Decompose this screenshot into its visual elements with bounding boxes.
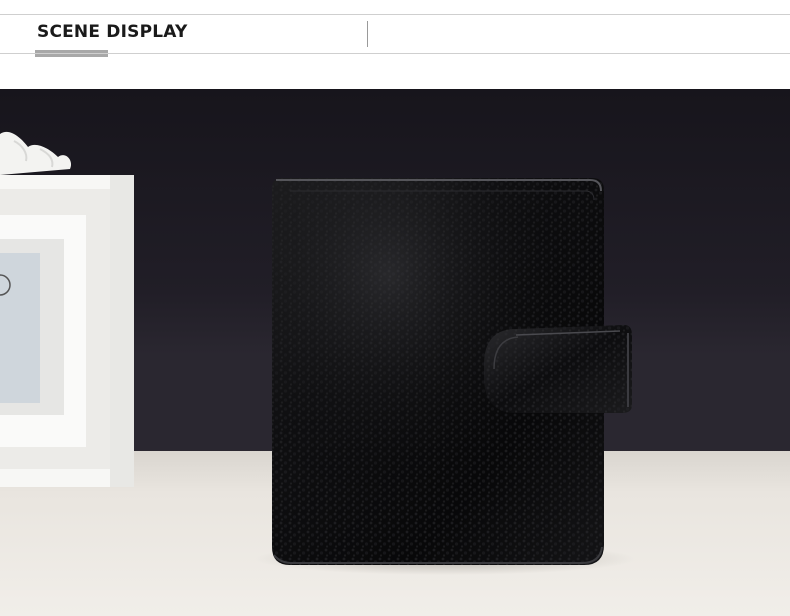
scene-photo [0,89,790,616]
photo-frame [0,131,134,487]
wallet [272,178,632,565]
header-top-rule [0,14,790,15]
section-header: SCENE DISPLAY [0,0,790,89]
header-bottom-rule [0,53,790,54]
header-divider [367,21,368,47]
section-title: SCENE DISPLAY [37,22,188,42]
